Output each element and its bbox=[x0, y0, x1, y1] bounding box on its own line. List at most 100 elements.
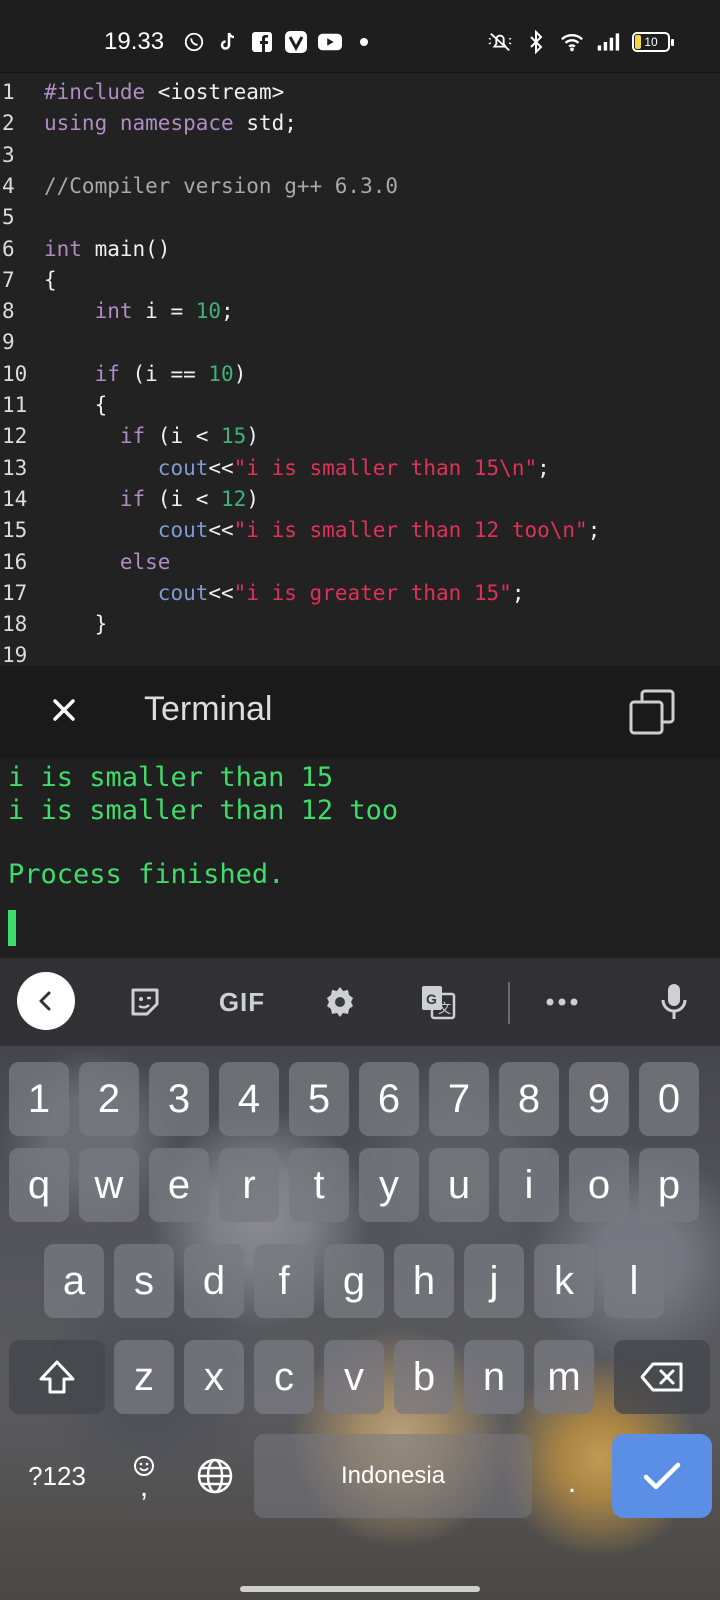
key-5[interactable]: 5 bbox=[289, 1062, 349, 1136]
close-terminal-button[interactable] bbox=[44, 690, 84, 730]
key-a[interactable]: a bbox=[44, 1244, 104, 1318]
key-c[interactable]: c bbox=[254, 1340, 314, 1414]
code-text: if (i < 12) bbox=[119, 486, 259, 511]
svg-text:文: 文 bbox=[438, 1002, 451, 1017]
space-bar[interactable]: Indonesia bbox=[254, 1434, 532, 1518]
on-screen-keyboard: GIF G文 1234567890 qwertyuiop asdfghjkl zxcv… bbox=[0, 958, 720, 1600]
key-1[interactable]: 1 bbox=[9, 1062, 69, 1136]
whatsapp-icon bbox=[182, 30, 206, 54]
symbols-key[interactable]: ?123 bbox=[9, 1434, 105, 1518]
key-v[interactable]: v bbox=[324, 1340, 384, 1414]
home-indicator[interactable] bbox=[240, 1586, 480, 1592]
line-number: 1 bbox=[2, 80, 15, 104]
code-line[interactable]: 19 bbox=[0, 640, 720, 666]
output-line: i is smaller than 15 bbox=[8, 762, 334, 793]
code-line[interactable]: 17 cout<<"i is greater than 15"; bbox=[0, 578, 720, 609]
key-g[interactable]: g bbox=[324, 1244, 384, 1318]
line-number: 19 bbox=[2, 643, 28, 666]
signal-icon bbox=[596, 30, 620, 54]
voice-input-button[interactable] bbox=[646, 974, 702, 1030]
key-x[interactable]: x bbox=[184, 1340, 244, 1414]
line-number: 14 bbox=[2, 486, 28, 511]
settings-button[interactable] bbox=[312, 974, 368, 1030]
code-line[interactable]: 10 if (i == 10) bbox=[0, 359, 720, 390]
code-line[interactable]: 13 cout<<"i is smaller than 15\n"; bbox=[0, 453, 720, 484]
code-line[interactable]: 1 #include <iostream> bbox=[0, 77, 720, 108]
key-y[interactable]: y bbox=[359, 1148, 419, 1222]
key-z[interactable]: z bbox=[114, 1340, 174, 1414]
sticker-button[interactable] bbox=[117, 974, 173, 1030]
code-line[interactable]: 12 if (i < 15) bbox=[0, 421, 720, 452]
checkmark-icon bbox=[643, 1462, 681, 1490]
key-h[interactable]: h bbox=[394, 1244, 454, 1318]
code-line[interactable]: 14 if (i < 12) bbox=[0, 484, 720, 515]
key-l[interactable]: l bbox=[604, 1244, 664, 1318]
back-button[interactable] bbox=[17, 972, 75, 1030]
code-line[interactable]: 4 //Compiler version g++ 6.3.0 bbox=[0, 171, 720, 202]
key-e[interactable]: e bbox=[149, 1148, 209, 1222]
line-number: 17 bbox=[2, 580, 28, 605]
comma-emoji-key[interactable]: , bbox=[112, 1434, 176, 1518]
key-4[interactable]: 4 bbox=[219, 1062, 279, 1136]
more-button[interactable] bbox=[534, 974, 590, 1030]
code-line[interactable]: 9 bbox=[0, 327, 720, 358]
backspace-key[interactable] bbox=[614, 1340, 710, 1414]
key-d[interactable]: d bbox=[184, 1244, 244, 1318]
key-r[interactable]: r bbox=[219, 1148, 279, 1222]
code-line[interactable]: 2 using namespace std; bbox=[0, 108, 720, 139]
key-m[interactable]: m bbox=[534, 1340, 594, 1414]
key-t[interactable]: t bbox=[289, 1148, 349, 1222]
settings-icon bbox=[327, 987, 353, 1017]
code-line[interactable]: 18 } bbox=[0, 609, 720, 640]
language-key[interactable] bbox=[184, 1434, 246, 1518]
key-8[interactable]: 8 bbox=[499, 1062, 559, 1136]
key-f[interactable]: f bbox=[254, 1244, 314, 1318]
wifi-icon bbox=[560, 30, 584, 54]
code-line[interactable]: 16 else bbox=[0, 547, 720, 578]
output-line: Process finished. bbox=[8, 859, 285, 890]
key-o[interactable]: o bbox=[569, 1148, 629, 1222]
line-number: 13 bbox=[2, 455, 28, 480]
status-bar: 19.33 10 bbox=[0, 0, 720, 72]
key-j[interactable]: j bbox=[464, 1244, 524, 1318]
code-line[interactable]: 3 bbox=[0, 140, 720, 171]
key-b[interactable]: b bbox=[394, 1340, 454, 1414]
copy-output-button[interactable] bbox=[628, 688, 676, 736]
line-number: 11 bbox=[2, 393, 28, 417]
key-3[interactable]: 3 bbox=[149, 1062, 209, 1136]
code-text: if (i == 10) bbox=[94, 361, 247, 386]
key-s[interactable]: s bbox=[114, 1244, 174, 1318]
terminal-output[interactable]: i is smaller than 15 i is smaller than 1… bbox=[0, 758, 720, 958]
code-line[interactable]: 8 int i = 10; bbox=[0, 296, 720, 327]
code-text: { bbox=[44, 267, 57, 292]
code-line[interactable]: 11 { bbox=[0, 390, 720, 421]
code-line[interactable]: 15 cout<<"i is smaller than 12 too\n"; bbox=[0, 515, 720, 546]
shift-key[interactable] bbox=[9, 1340, 105, 1414]
code-line[interactable]: 5 bbox=[0, 202, 720, 233]
code-editor[interactable]: 1 #include <iostream> 2 using namespace std… bbox=[0, 72, 720, 666]
key-q[interactable]: q bbox=[9, 1148, 69, 1222]
vivid-icon bbox=[284, 30, 308, 54]
code-text: //Compiler version g++ 6.3.0 bbox=[44, 173, 399, 198]
key-u[interactable]: u bbox=[429, 1148, 489, 1222]
key-i[interactable]: i bbox=[499, 1148, 559, 1222]
battery-indicator: 10 bbox=[632, 32, 674, 52]
key-2[interactable]: 2 bbox=[79, 1062, 139, 1136]
code-line[interactable]: 7{ bbox=[0, 265, 720, 296]
period-key[interactable]: . bbox=[540, 1434, 604, 1518]
enter-key[interactable] bbox=[612, 1434, 712, 1518]
key-6[interactable]: 6 bbox=[359, 1062, 419, 1136]
translate-button[interactable]: G文 bbox=[410, 974, 466, 1030]
battery-level: 10 bbox=[644, 35, 658, 49]
key-9[interactable]: 9 bbox=[569, 1062, 629, 1136]
key-0[interactable]: 0 bbox=[639, 1062, 699, 1136]
line-number: 4 bbox=[2, 173, 15, 198]
key-7[interactable]: 7 bbox=[429, 1062, 489, 1136]
gif-button[interactable]: GIF bbox=[214, 974, 270, 1030]
key-p[interactable]: p bbox=[639, 1148, 699, 1222]
key-n[interactable]: n bbox=[464, 1340, 524, 1414]
key-w[interactable]: w bbox=[79, 1148, 139, 1222]
comma-label: , bbox=[139, 1470, 149, 1503]
code-line[interactable]: 6 int main() bbox=[0, 234, 720, 265]
key-k[interactable]: k bbox=[534, 1244, 594, 1318]
